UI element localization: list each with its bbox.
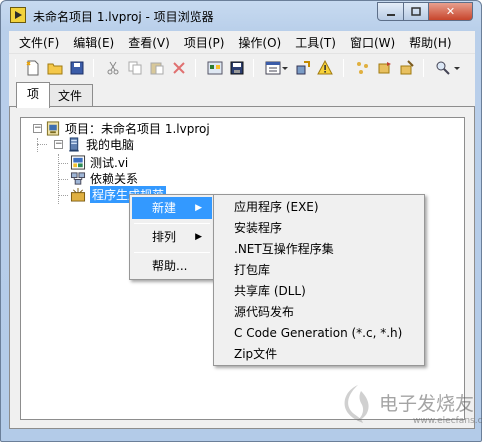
- toolbar-separator: [93, 59, 94, 77]
- menu-window[interactable]: 窗口(W): [343, 34, 402, 51]
- submenu-item-dotnet-interop-assembly[interactable]: .NET互操作程序集: [234, 238, 334, 260]
- menu-file[interactable]: 文件(F): [9, 34, 66, 51]
- dependencies-icon: [70, 171, 86, 185]
- watermark-url: www.elecfans.com: [413, 416, 482, 426]
- vi-icon: [70, 154, 86, 170]
- close-button[interactable]: ✕: [428, 2, 473, 21]
- dropdown-arrow-icon[interactable]: [453, 60, 461, 76]
- save-all-icon[interactable]: [69, 60, 85, 76]
- toolbar-separator: [343, 59, 344, 77]
- paste-icon[interactable]: [149, 60, 165, 76]
- submenu-arrow-icon: ▶: [195, 232, 202, 242]
- labview-app-icon: [10, 7, 26, 23]
- tree-item-dependencies[interactable]: 依赖关系: [70, 170, 138, 186]
- dropdown-arrow-icon[interactable]: [281, 60, 289, 76]
- tab-strip: 项 文件: [9, 81, 475, 108]
- collapse-toggle[interactable]: −: [54, 139, 63, 149]
- warning-icon[interactable]: [317, 60, 333, 76]
- toolbar-separator: [423, 59, 424, 77]
- toolbar: [9, 53, 475, 81]
- menu-item-label: 帮助...: [152, 259, 188, 273]
- find-icon[interactable]: [435, 60, 451, 76]
- toolbar-grip: [15, 59, 16, 77]
- tree-connector: [58, 163, 68, 164]
- menu-tools[interactable]: 工具(T): [288, 34, 343, 51]
- context-menu: 新建 ▶ 排列 ▶ 帮助...: [129, 194, 215, 280]
- submenu-item-installer[interactable]: 安装程序: [234, 217, 282, 239]
- project-browser-window: 未命名项目 1.lvproj - 项目浏览器 ✕ 文件(F) 编辑(E) 查看(…: [0, 0, 482, 442]
- watermark-text: 电子发烧友: [379, 393, 475, 415]
- save-project-icon[interactable]: [229, 60, 245, 76]
- title-bar[interactable]: 未命名项目 1.lvproj - 项目浏览器 ✕: [1, 1, 481, 31]
- tree-item-label: 项目：未命名项目 1.lvproj: [65, 121, 210, 136]
- submenu-item-source-distribution[interactable]: 源代码发布: [234, 301, 294, 323]
- menu-edit[interactable]: 编辑(E): [66, 34, 121, 51]
- open-folder-icon[interactable]: [47, 60, 63, 76]
- tree-connector: [37, 144, 47, 145]
- close-icon: ✕: [445, 5, 456, 18]
- watermark: 电子发烧友 www.elecfans.com: [337, 379, 482, 433]
- clean-icon[interactable]: [399, 60, 415, 76]
- project-icon: [46, 120, 60, 136]
- menu-help[interactable]: 帮助(H): [402, 34, 458, 51]
- menu-operate[interactable]: 操作(O): [231, 34, 288, 51]
- tab-items[interactable]: 项: [16, 82, 51, 108]
- submenu-item-application-exe[interactable]: 应用程序 (EXE): [234, 196, 319, 218]
- menu-item-label: 新建: [152, 201, 177, 215]
- tree-item-label: 我的电脑: [86, 137, 135, 152]
- submenu-item-zip-file[interactable]: Zip文件: [234, 343, 277, 365]
- tree-item-test-vi[interactable]: 测试.vi: [70, 154, 128, 170]
- view-icon[interactable]: [265, 60, 281, 76]
- window-title: 未命名项目 1.lvproj - 项目浏览器: [33, 10, 214, 24]
- menu-bar: 文件(F) 编辑(E) 查看(V) 项目(P) 操作(O) 工具(T) 窗口(W…: [9, 31, 475, 53]
- menu-item-label: 排列: [152, 230, 177, 244]
- context-menu-item-arrange[interactable]: 排列 ▶: [132, 226, 212, 248]
- toolbar-separator: [253, 59, 254, 77]
- submenu-item-packed-library[interactable]: 打包库: [234, 259, 270, 281]
- toolbar-separator: [195, 59, 196, 77]
- tree-connector: [58, 195, 68, 196]
- submenu-item-c-code-generation[interactable]: C Code Generation (*.c, *.h): [234, 322, 402, 344]
- computer-icon: [69, 136, 79, 152]
- maximize-button[interactable]: [403, 2, 429, 21]
- build-icon[interactable]: [355, 60, 371, 76]
- cut-icon[interactable]: [105, 60, 121, 76]
- tree-item-label: 测试.vi: [90, 155, 129, 170]
- context-menu-item-new[interactable]: 新建 ▶: [132, 197, 212, 219]
- tree-item-my-computer[interactable]: − 我的电脑: [54, 136, 134, 152]
- tree-item-label: 依赖关系: [90, 171, 139, 186]
- new-submenu: 应用程序 (EXE) 安装程序 .NET互操作程序集 打包库 共享库 (DLL)…: [213, 194, 425, 366]
- context-menu-item-help[interactable]: 帮助...: [132, 255, 212, 277]
- submenu-arrow-icon: ▶: [195, 203, 202, 213]
- menu-project[interactable]: 项目(P): [177, 34, 232, 51]
- maximize-icon: [411, 7, 421, 16]
- minimize-button[interactable]: [377, 2, 404, 21]
- deploy-icon[interactable]: [295, 60, 311, 76]
- tree-item-project-root[interactable]: − 项目：未命名项目 1.lvproj: [33, 120, 210, 136]
- collapse-toggle[interactable]: −: [33, 123, 42, 133]
- watermark-logo-icon: [344, 385, 369, 423]
- menu-separator: [134, 252, 210, 253]
- project-properties-icon[interactable]: [207, 60, 223, 76]
- build-all-icon[interactable]: [377, 60, 393, 76]
- copy-icon[interactable]: [127, 60, 143, 76]
- tree-connector: [58, 179, 68, 180]
- tree-connector: [37, 138, 38, 152]
- submenu-item-shared-library-dll[interactable]: 共享库 (DLL): [234, 280, 306, 302]
- tab-files[interactable]: 文件: [47, 84, 94, 108]
- menu-separator: [134, 223, 210, 224]
- menu-view[interactable]: 查看(V): [121, 34, 177, 51]
- minimize-icon: [386, 14, 395, 16]
- delete-icon[interactable]: [171, 60, 187, 76]
- build-spec-icon: [70, 187, 86, 202]
- new-file-icon[interactable]: [25, 60, 41, 76]
